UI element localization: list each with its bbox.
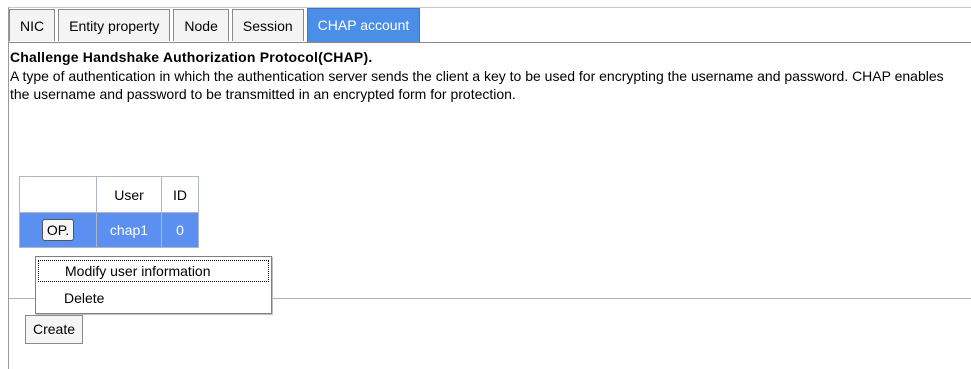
tab-nic[interactable]: NIC <box>9 9 56 41</box>
tab-session[interactable]: Session <box>231 9 304 41</box>
table-row[interactable]: OP. chap1 0 <box>19 212 199 248</box>
column-header-id: ID <box>161 176 199 213</box>
tab-node[interactable]: Node <box>173 9 229 41</box>
table-header-row: User ID <box>19 176 199 213</box>
chap-user-table: User ID OP. chap1 0 <box>19 176 199 248</box>
menu-item-modify-user[interactable]: Modify user information <box>38 260 269 282</box>
column-header-op <box>19 176 97 213</box>
tab-divider <box>9 42 971 43</box>
section-description: A type of authentication in which the au… <box>10 68 944 102</box>
id-cell: 0 <box>161 212 199 248</box>
menu-item-delete[interactable]: Delete <box>38 287 269 309</box>
create-button[interactable]: Create <box>25 315 84 344</box>
op-button[interactable]: OP. <box>41 219 75 241</box>
op-context-menu: Modify user information Delete <box>35 256 272 314</box>
op-cell: OP. <box>19 212 97 248</box>
tab-bar: NIC Entity property Node Session CHAP ac… <box>9 8 421 43</box>
section-title: Challenge Handshake Authorization Protoc… <box>10 49 373 65</box>
tab-entity-property[interactable]: Entity property <box>58 9 171 41</box>
user-cell: chap1 <box>96 212 162 248</box>
column-header-user: User <box>96 176 162 213</box>
tab-chap-account[interactable]: CHAP account <box>306 8 421 42</box>
